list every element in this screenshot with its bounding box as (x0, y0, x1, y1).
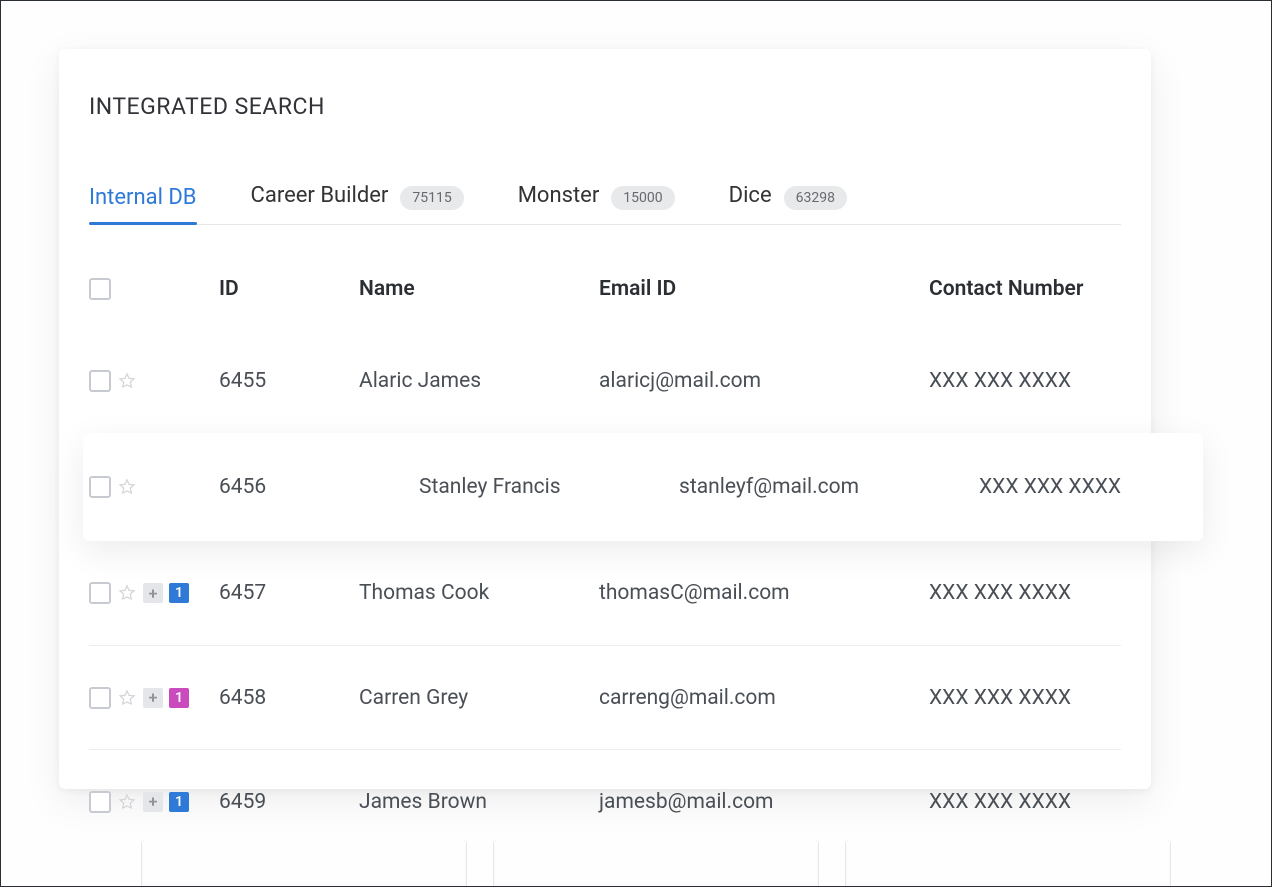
cell-email: alaricj@mail.com (599, 369, 929, 393)
tab-count-badge: 15000 (611, 186, 674, 210)
cell-contact: XXX XXX XXXX (929, 790, 1121, 814)
row-lead (89, 476, 219, 498)
col-header-email: Email ID (599, 277, 929, 301)
star-icon[interactable] (117, 688, 137, 708)
cell-id: 6458 (219, 686, 359, 710)
plus-icon[interactable]: + (143, 792, 163, 812)
page-title: INTEGRATED SEARCH (89, 93, 325, 120)
bottom-ghost-segments (141, 840, 1171, 886)
tab-label: Dice (729, 183, 772, 208)
cell-contact: XXX XXX XXXX (979, 475, 1203, 499)
star-icon[interactable] (117, 477, 137, 497)
tab-career-builder[interactable]: Career Builder 75115 (251, 183, 464, 224)
tag-count-chip[interactable]: 1 (169, 792, 189, 812)
table-row[interactable]: +16458Carren Greycarreng@mail.comXXX XXX… (89, 645, 1121, 749)
ghost-segment (845, 840, 1171, 886)
tab-label: Career Builder (251, 183, 389, 208)
cell-name: Alaric James (359, 369, 599, 393)
cell-contact: XXX XXX XXXX (929, 581, 1121, 605)
row-lead: +1 (89, 791, 219, 813)
cell-contact: XXX XXX XXXX (929, 369, 1121, 393)
row-lead: +1 (89, 582, 219, 604)
plus-icon[interactable]: + (143, 583, 163, 603)
cell-name: James Brown (359, 790, 599, 814)
tag-count-chip[interactable]: 1 (169, 583, 189, 603)
cell-name: Stanley Francis (419, 475, 679, 499)
star-icon[interactable] (117, 583, 137, 603)
tab-internal-db[interactable]: Internal DB (89, 185, 197, 224)
row-checkbox[interactable] (89, 791, 111, 813)
row-lead: +1 (89, 687, 219, 709)
tab-count-badge: 63298 (784, 186, 847, 210)
col-header-name: Name (359, 277, 599, 301)
tab-label: Monster (518, 183, 600, 208)
ghost-segment (493, 840, 819, 886)
tab-dice[interactable]: Dice 63298 (729, 183, 847, 224)
row-checkbox[interactable] (89, 370, 111, 392)
col-header-id: ID (219, 277, 359, 301)
star-icon[interactable] (117, 371, 137, 391)
table-row[interactable]: +16457Thomas CookthomasC@mail.comXXX XXX… (89, 541, 1121, 645)
cell-id: 6459 (219, 790, 359, 814)
star-icon[interactable] (117, 792, 137, 812)
table-row[interactable]: +16459James Brownjamesb@mail.comXXX XXX … (89, 749, 1121, 853)
results-table: ID Name Email ID Contact Number 6455Alar… (89, 249, 1121, 853)
col-header-contact: Contact Number (929, 277, 1121, 301)
row-checkbox[interactable] (89, 687, 111, 709)
tabs-bar: Internal DB Career Builder 75115 Monster… (89, 171, 1121, 225)
cell-id: 6455 (219, 369, 359, 393)
tab-label: Internal DB (89, 185, 197, 210)
table-row[interactable]: 6456Stanley Francisstanleyf@mail.comXXX … (83, 433, 1203, 541)
row-lead (89, 370, 219, 392)
select-all-checkbox[interactable] (89, 278, 111, 300)
cell-email: carreng@mail.com (599, 686, 929, 710)
tab-count-badge: 75115 (400, 186, 463, 210)
search-card: INTEGRATED SEARCH Internal DB Career Bui… (59, 49, 1151, 789)
cell-id: 6457 (219, 581, 359, 605)
tag-count-chip[interactable]: 1 (169, 688, 189, 708)
table-header-row: ID Name Email ID Contact Number (89, 249, 1121, 329)
cell-id: 6456 (219, 475, 419, 499)
ghost-segment (141, 840, 467, 886)
plus-icon[interactable]: + (143, 688, 163, 708)
cell-email: jamesb@mail.com (599, 790, 929, 814)
cell-email: thomasC@mail.com (599, 581, 929, 605)
row-checkbox[interactable] (89, 476, 111, 498)
cell-contact: XXX XXX XXXX (929, 686, 1121, 710)
cell-name: Carren Grey (359, 686, 599, 710)
row-checkbox[interactable] (89, 582, 111, 604)
table-row[interactable]: 6455Alaric Jamesalaricj@mail.comXXX XXX … (89, 329, 1121, 433)
tab-monster[interactable]: Monster 15000 (518, 183, 675, 224)
cell-name: Thomas Cook (359, 581, 599, 605)
cell-email: stanleyf@mail.com (679, 475, 979, 499)
